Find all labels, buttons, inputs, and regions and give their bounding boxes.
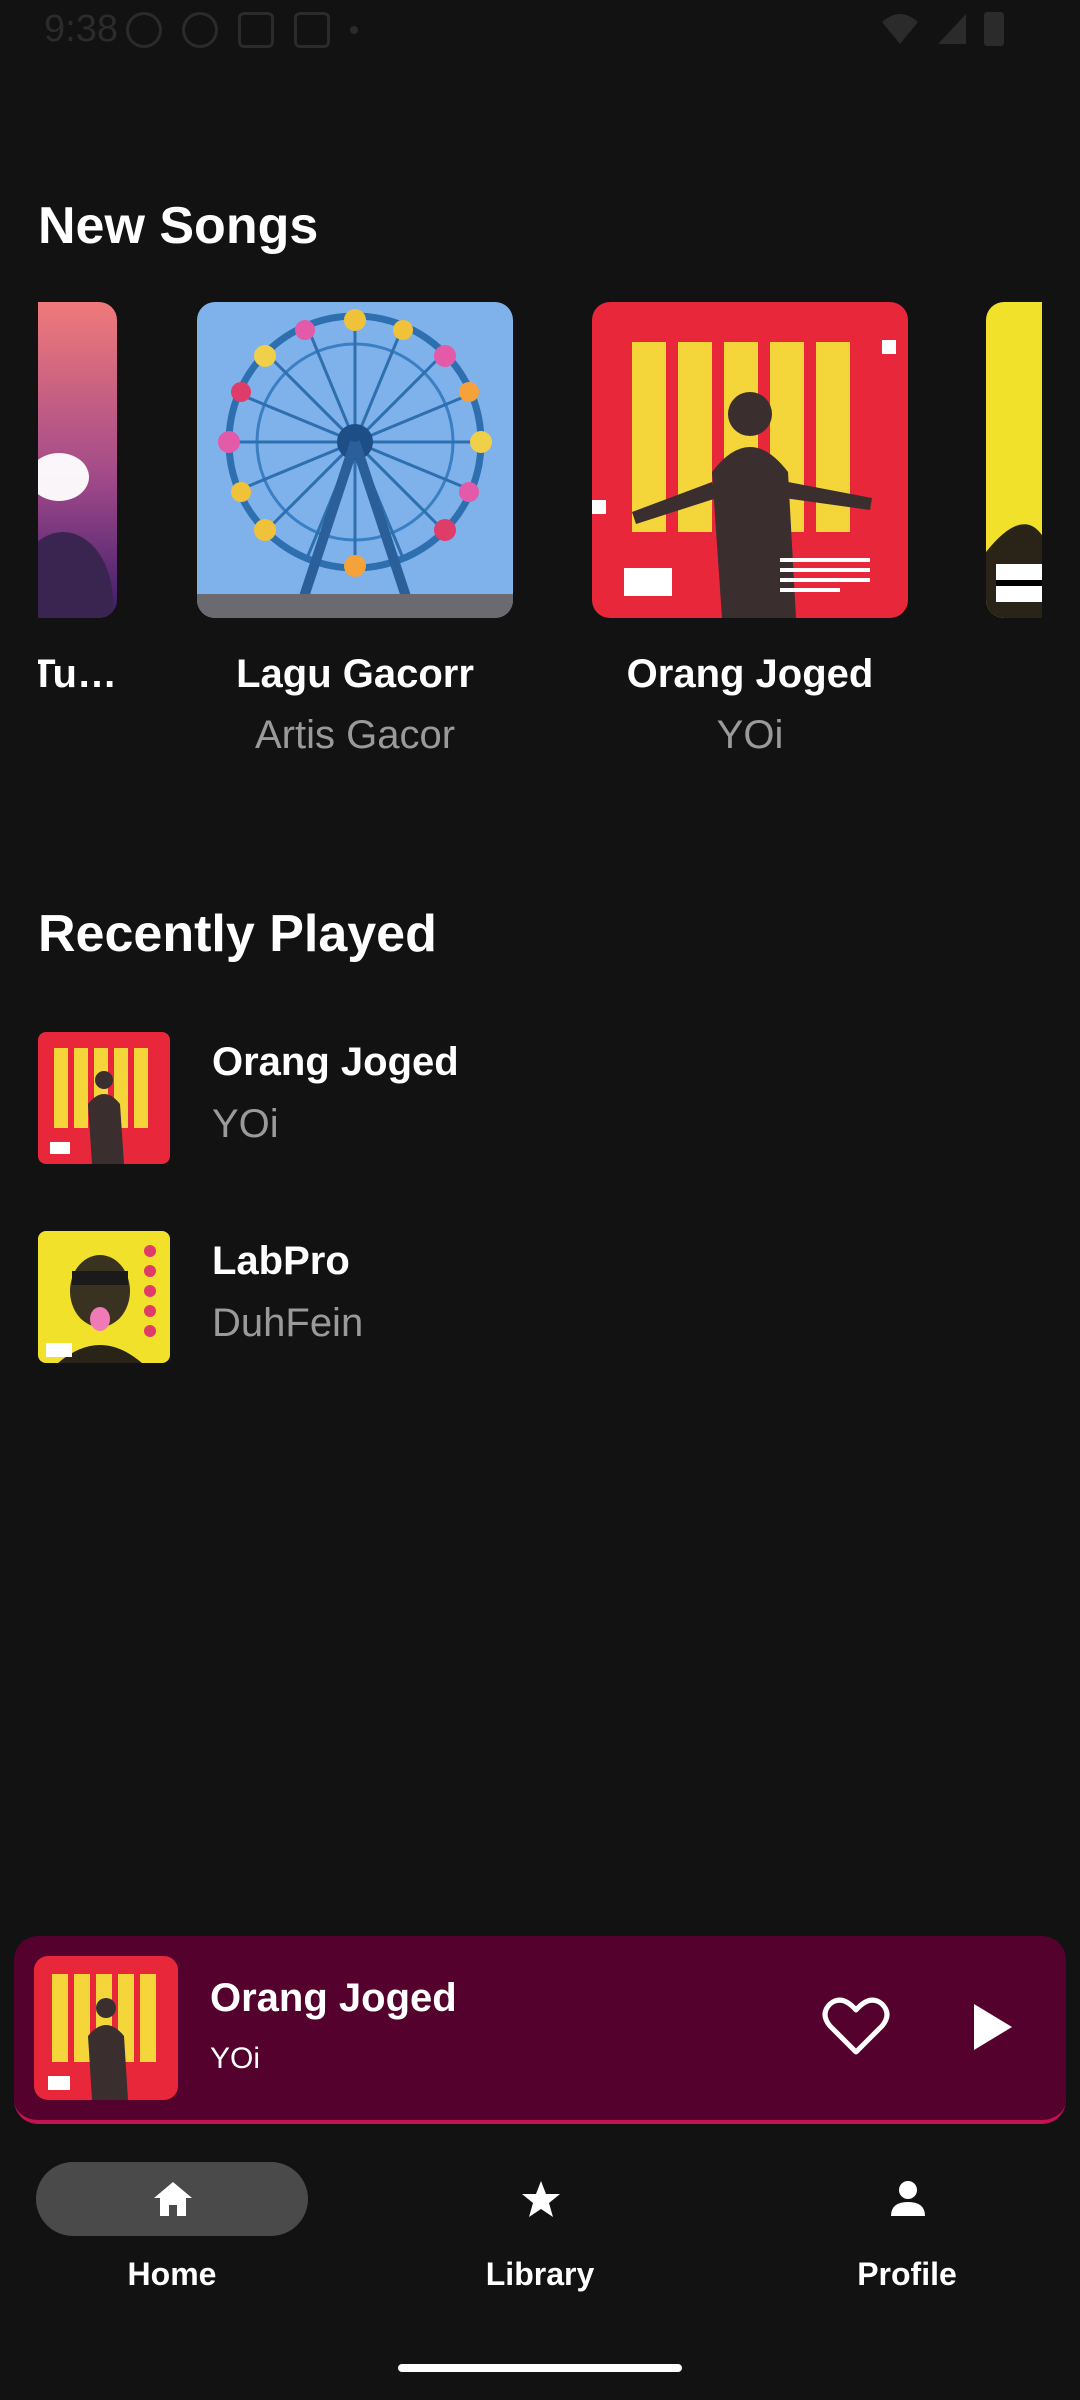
nav-label-library: Library xyxy=(485,2256,595,2292)
play-icon[interactable] xyxy=(954,1992,1024,2062)
star-icon xyxy=(522,2181,560,2217)
wifi-icon xyxy=(882,14,918,44)
recent-song-title: Orang Joged xyxy=(212,1040,459,1084)
new-songs-carousel[interactable]: Tu… Lagu Gacorr Artis Gacor Orang Joged … xyxy=(38,302,1042,782)
status-bar: 9:38 xyxy=(0,0,1080,62)
heart-outline-icon[interactable] xyxy=(822,1996,890,2058)
a-app-icon xyxy=(294,12,330,48)
recently-played-heading: Recently Played xyxy=(38,905,437,963)
song-card-artist: YOi xyxy=(716,713,784,757)
song-card-artist: Artis Gacor xyxy=(254,713,456,757)
status-time: 9:38 xyxy=(44,8,118,50)
song-card[interactable] xyxy=(986,302,1042,652)
nav-item-profile[interactable]: Profile xyxy=(771,2162,1043,2310)
cell-signal-icon xyxy=(938,14,966,44)
bottom-navigation: Home Library Profile xyxy=(0,2150,1080,2310)
song-card-title: Tu… xyxy=(38,652,117,696)
album-art xyxy=(197,302,513,618)
album-art xyxy=(38,1032,170,1164)
recent-song-row[interactable]: LabPro DuhFein xyxy=(38,1231,1042,1363)
now-playing-album-art xyxy=(34,1956,178,2100)
album-art xyxy=(986,302,1042,618)
shield-icon xyxy=(182,12,218,48)
recent-song-row[interactable]: Orang Joged YOi xyxy=(38,1032,1042,1164)
recent-song-title: LabPro xyxy=(212,1239,350,1283)
nav-label-home: Home xyxy=(127,2256,217,2292)
battery-icon xyxy=(984,12,1004,46)
now-playing-artist: YOi xyxy=(210,2042,261,2075)
recent-song-artist: DuhFein xyxy=(212,1301,364,1345)
album-art xyxy=(592,302,908,618)
more-notifications-dot-icon xyxy=(350,26,358,34)
nav-item-home[interactable]: Home xyxy=(36,2162,308,2310)
app-root: 9:38 New Songs Tu… Lagu Gacorr Artis Gac… xyxy=(0,0,1080,2400)
home-gesture-bar[interactable] xyxy=(398,2364,682,2372)
song-card-title: Orang Joged xyxy=(626,652,874,696)
song-card[interactable]: Tu… xyxy=(38,302,117,713)
recent-song-artist: YOi xyxy=(212,1102,279,1146)
now-playing-title: Orang Joged xyxy=(210,1976,457,2020)
person-icon xyxy=(891,2181,925,2216)
new-songs-heading: New Songs xyxy=(38,197,319,255)
album-art xyxy=(38,1231,170,1363)
nav-item-library[interactable]: Library xyxy=(404,2162,676,2310)
status-system-icons xyxy=(880,12,1004,46)
home-icon xyxy=(154,2182,192,2216)
song-card-title: Lagu Gacorr xyxy=(236,652,474,696)
status-notification-icons xyxy=(126,12,358,48)
mini-player[interactable]: Orang Joged YOi xyxy=(14,1936,1066,2124)
info-icon xyxy=(126,12,162,48)
album-art xyxy=(38,302,117,618)
nav-label-profile: Profile xyxy=(857,2256,957,2292)
play-store-icon xyxy=(238,12,274,48)
song-card[interactable]: Lagu Gacorr Artis Gacor xyxy=(197,302,513,758)
song-card[interactable]: Orang Joged YOi xyxy=(592,302,908,758)
